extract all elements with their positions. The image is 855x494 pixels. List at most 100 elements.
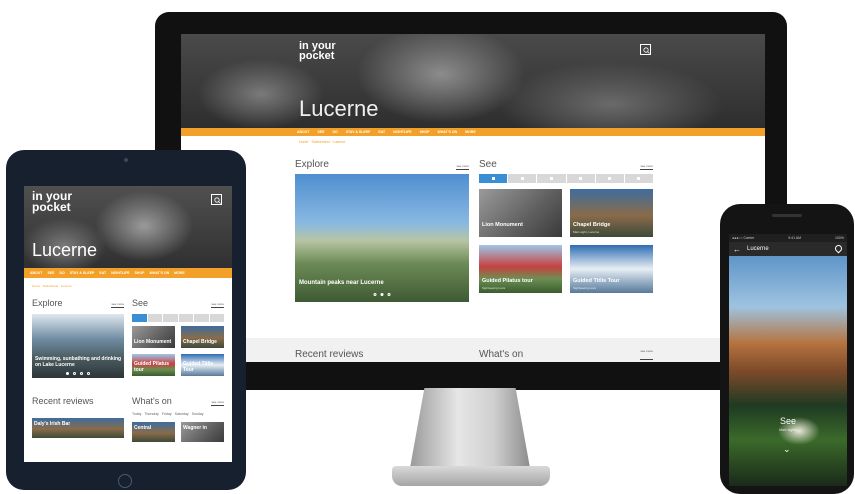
- tab-more[interactable]: [624, 174, 654, 183]
- section-subtitle: Main sights: [779, 428, 797, 432]
- nav-item-about[interactable]: ABOUT: [30, 271, 42, 275]
- see-more-link[interactable]: see more: [640, 349, 653, 360]
- location-pin-icon[interactable]: [833, 243, 844, 254]
- nav-item-see[interactable]: SEE: [317, 130, 324, 134]
- tab-all[interactable]: [132, 314, 147, 322]
- nav-item-stay[interactable]: STAY & SLEEP: [346, 130, 371, 134]
- nav-item-nightlife[interactable]: NIGHTLIFE: [393, 130, 411, 134]
- nav-item-about[interactable]: ABOUT: [297, 130, 309, 134]
- back-arrow-icon[interactable]: ←: [733, 245, 741, 254]
- tab-sights[interactable]: [508, 174, 537, 183]
- tablet-hero: in your pocket Lucerne: [24, 186, 232, 268]
- day-friday[interactable]: Friday: [162, 412, 172, 416]
- desktop-hero: in your pocket Lucerne: [181, 34, 765, 128]
- slide-caption: Swimming, sunbathing and drinking on Lak…: [35, 356, 122, 368]
- page-title: Lucerne: [299, 96, 379, 121]
- see-more-link[interactable]: see more: [456, 164, 469, 170]
- explore-section: Explore see more Mountain peaks near Luc…: [295, 150, 469, 302]
- slide-dot[interactable]: [80, 372, 83, 375]
- brand-logo[interactable]: in your pocket: [299, 41, 336, 62]
- nav-item-shop[interactable]: SHOP: [420, 130, 430, 134]
- see-tile[interactable]: Guided Pilatus tour: [132, 354, 175, 376]
- see-section: See see more Lion Monument Chapel Bridge…: [132, 294, 224, 378]
- event-card[interactable]: Central: [132, 422, 175, 442]
- event-card[interactable]: Wagner in: [181, 422, 224, 442]
- nav-item-whats-on[interactable]: WHAT'S ON: [438, 130, 458, 134]
- see-tile[interactable]: Lion Monument: [132, 326, 175, 348]
- explore-section: Explore see more Swimming, sunbathing an…: [32, 294, 124, 378]
- slide-dot-active[interactable]: [66, 372, 69, 375]
- nav-item-more[interactable]: MORE: [465, 130, 476, 134]
- carrier-text: ●●●○○ Carrier: [732, 236, 755, 240]
- nav-item-shop[interactable]: SHOP: [135, 271, 145, 275]
- breadcrumb[interactable]: Home · Switzerland · Lucerne: [181, 136, 765, 150]
- see-more-link[interactable]: see more: [211, 302, 224, 308]
- see-more-link[interactable]: see more: [640, 164, 653, 170]
- nav-item-see[interactable]: SEE: [47, 271, 54, 275]
- search-icon[interactable]: [211, 194, 222, 205]
- section-title: Explore: [295, 159, 329, 170]
- tab-drinks[interactable]: [194, 314, 209, 322]
- search-icon[interactable]: [640, 44, 651, 55]
- category-icon: [637, 177, 641, 180]
- category-icon: [549, 177, 553, 180]
- tablet-device: in your pocket Lucerne ABOUT SEE DO STAY…: [6, 150, 246, 490]
- tab-tours[interactable]: [566, 174, 595, 183]
- breadcrumb[interactable]: Home · Switzerland · Lucerne: [24, 278, 232, 294]
- see-tile[interactable]: Lion Monument: [479, 189, 562, 237]
- monitor-base: [392, 466, 550, 486]
- whats-on-section: What's on see more Today Thursday Friday…: [132, 396, 224, 442]
- nav-item-stay[interactable]: STAY & SLEEP: [70, 271, 95, 275]
- see-tile[interactable]: Guided Titlis Tour: [181, 354, 224, 376]
- brand-logo[interactable]: in your pocket: [32, 190, 72, 213]
- tab-more[interactable]: [209, 314, 224, 322]
- slide-dot[interactable]: [373, 293, 377, 296]
- nav-item-nightlife[interactable]: NIGHTLIFE: [111, 271, 129, 275]
- slide-caption: Mountain peaks near Lucerne: [299, 280, 384, 286]
- recent-reviews-section: Recent reviews Daly's Irish Bar: [32, 396, 124, 442]
- home-button[interactable]: [118, 474, 132, 488]
- nav-item-eat[interactable]: EAT: [99, 271, 106, 275]
- nav-item-eat[interactable]: EAT: [378, 130, 385, 134]
- see-more-link[interactable]: see more: [111, 302, 124, 308]
- review-card[interactable]: Daly's Irish Bar: [32, 418, 124, 438]
- day-today[interactable]: Today: [132, 412, 141, 416]
- desktop-monitor: in your pocket Lucerne ABOUT SEE DO STAY…: [155, 12, 787, 390]
- tab-museums[interactable]: [537, 174, 566, 183]
- nav-item-more[interactable]: MORE: [174, 271, 185, 275]
- chevron-down-icon[interactable]: ⌄: [783, 444, 791, 455]
- see-category-tabs: [479, 174, 654, 183]
- phone-screen: ●●●○○ Carrier 9:41 AM 100% ← Lucerne See…: [729, 234, 847, 486]
- explore-slideshow[interactable]: Swimming, sunbathing and drinking on Lak…: [32, 314, 124, 378]
- slide-dot-active[interactable]: [380, 293, 384, 296]
- see-section: See see more Lion Monument Chapel Bridge…: [479, 150, 654, 302]
- slide-dot[interactable]: [387, 293, 391, 296]
- grid-icon: [491, 177, 495, 180]
- tab-museums[interactable]: [163, 314, 178, 322]
- tablet-screen: in your pocket Lucerne ABOUT SEE DO STAY…: [24, 186, 232, 462]
- see-category-tabs: [132, 314, 224, 322]
- see-tile[interactable]: Guided Titlis Tour Sightseeing tours: [570, 245, 653, 293]
- phone-device: ●●●○○ Carrier 9:41 AM 100% ← Lucerne See…: [720, 204, 854, 494]
- day-sunday[interactable]: Sunday: [192, 412, 204, 416]
- slide-dot[interactable]: [73, 372, 76, 375]
- tab-all[interactable]: [479, 174, 508, 183]
- day-thursday[interactable]: Thursday: [144, 412, 159, 416]
- tab-sights[interactable]: [147, 314, 162, 322]
- nav-item-do[interactable]: DO: [332, 130, 337, 134]
- see-tile[interactable]: Chapel Bridge Main sight, Lucerne: [570, 189, 653, 237]
- day-saturday[interactable]: Saturday: [175, 412, 189, 416]
- nav-item-do[interactable]: DO: [59, 271, 64, 275]
- see-tile[interactable]: Guided Pilatus tour Sightseeing tours: [479, 245, 562, 293]
- see-more-link[interactable]: see more: [211, 400, 224, 406]
- explore-slideshow[interactable]: Mountain peaks near Lucerne: [295, 174, 469, 302]
- main-nav: ABOUT SEE DO STAY & SLEEP EAT NIGHTLIFE …: [24, 268, 232, 278]
- nav-item-whats-on[interactable]: WHAT'S ON: [150, 271, 170, 275]
- section-title: Explore: [32, 298, 63, 308]
- battery-text: 100%: [835, 236, 844, 240]
- see-tile[interactable]: Chapel Bridge: [181, 326, 224, 348]
- section-title: What's on: [132, 396, 172, 406]
- slide-dot[interactable]: [87, 372, 90, 375]
- tab-drinks[interactable]: [595, 174, 624, 183]
- tab-tours[interactable]: [178, 314, 193, 322]
